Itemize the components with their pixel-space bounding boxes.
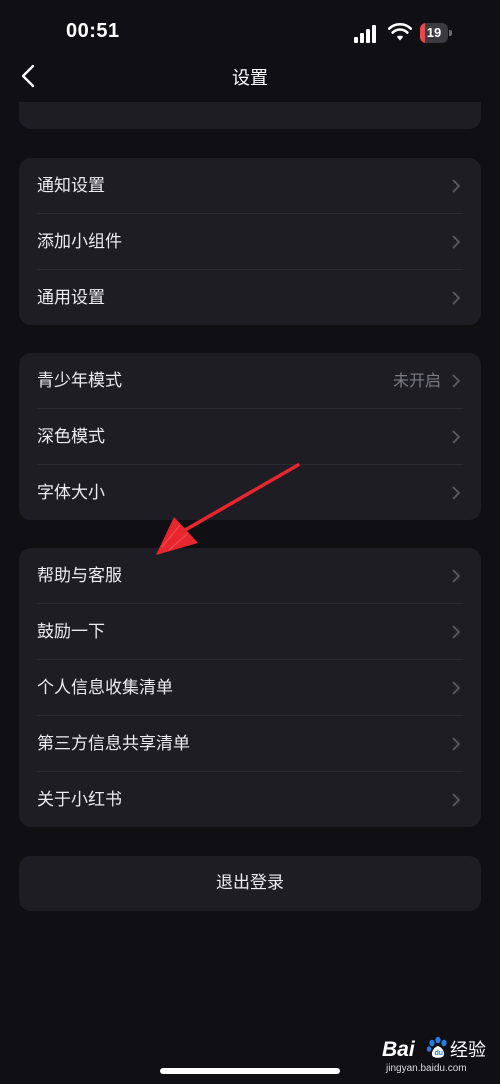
- svg-text:Bai: Bai: [382, 1038, 416, 1061]
- row-add-widget[interactable]: 添加小组件: [19, 214, 481, 270]
- home-indicator[interactable]: [160, 1068, 340, 1074]
- row-label: 通用设置: [37, 288, 105, 308]
- row-teen-mode[interactable]: 青少年模式 未开启: [19, 353, 481, 409]
- row-notification-settings[interactable]: 通知设置: [19, 158, 481, 214]
- chevron-right-icon: [452, 374, 460, 388]
- cellular-signal-icon: [354, 25, 380, 43]
- teen-mode-status: 未开启: [392, 371, 441, 390]
- row-label: 个人信息收集清单: [37, 678, 173, 698]
- row-label: 第三方信息共享清单: [37, 734, 190, 754]
- svg-text:jingyan.baidu.com: jingyan.baidu.com: [385, 1063, 467, 1074]
- status-time: 00:51: [66, 20, 120, 42]
- settings-group-help: 帮助与客服 鼓励一下 个人信息收集清单 第三方信息共享清单 关于小红书: [19, 548, 481, 827]
- row-label: 通知设置: [37, 176, 105, 196]
- annotation-arrow-icon: [156, 463, 300, 555]
- baidu-jingyan-watermark: Bai du 经验 jingyan.baidu.com: [380, 1030, 498, 1076]
- row-label: 鼓励一下: [37, 622, 105, 642]
- chevron-right-icon: [452, 486, 460, 500]
- row-about[interactable]: 关于小红书: [19, 772, 481, 827]
- wifi-icon: [388, 22, 412, 41]
- chevron-right-icon: [452, 625, 460, 639]
- row-label: 关于小红书: [37, 790, 122, 810]
- settings-page: 00:51 19 设置 隐私设: [0, 0, 500, 1084]
- chevron-right-icon: [452, 235, 460, 249]
- row-label: 帮助与客服: [37, 566, 122, 586]
- chevron-right-icon: [452, 793, 460, 807]
- svg-text:du: du: [435, 1050, 444, 1057]
- row-encourage[interactable]: 鼓励一下: [19, 604, 481, 660]
- chevron-right-icon: [452, 737, 460, 751]
- row-label: 添加小组件: [37, 232, 122, 252]
- svg-text:经验: 经验: [450, 1040, 486, 1061]
- chevron-right-icon: [452, 291, 460, 305]
- row-general-settings[interactable]: 通用设置: [19, 270, 481, 325]
- row-personal-info-list[interactable]: 个人信息收集清单: [19, 660, 481, 716]
- row-third-party-sharing-list[interactable]: 第三方信息共享清单: [19, 716, 481, 772]
- chevron-right-icon: [452, 179, 460, 193]
- row-label: 字体大小: [37, 483, 105, 503]
- battery-indicator: 19: [420, 23, 452, 43]
- chevron-right-icon: [452, 681, 460, 695]
- battery-level: 19: [426, 25, 442, 40]
- row-label: 深色模式: [37, 427, 105, 447]
- baidu-paw-logo-icon: Bai du 经验 jingyan.baidu.com: [382, 1036, 486, 1074]
- status-bar: 00:51 19: [0, 0, 500, 62]
- chevron-right-icon: [452, 430, 460, 444]
- settings-group-general: 通知设置 添加小组件 通用设置: [19, 158, 481, 325]
- logout-button[interactable]: 退出登录: [19, 856, 481, 911]
- row-label: 青少年模式: [37, 371, 122, 391]
- chevron-right-icon: [452, 569, 460, 583]
- page-title: 设置: [232, 68, 268, 89]
- logout-label: 退出登录: [216, 873, 284, 893]
